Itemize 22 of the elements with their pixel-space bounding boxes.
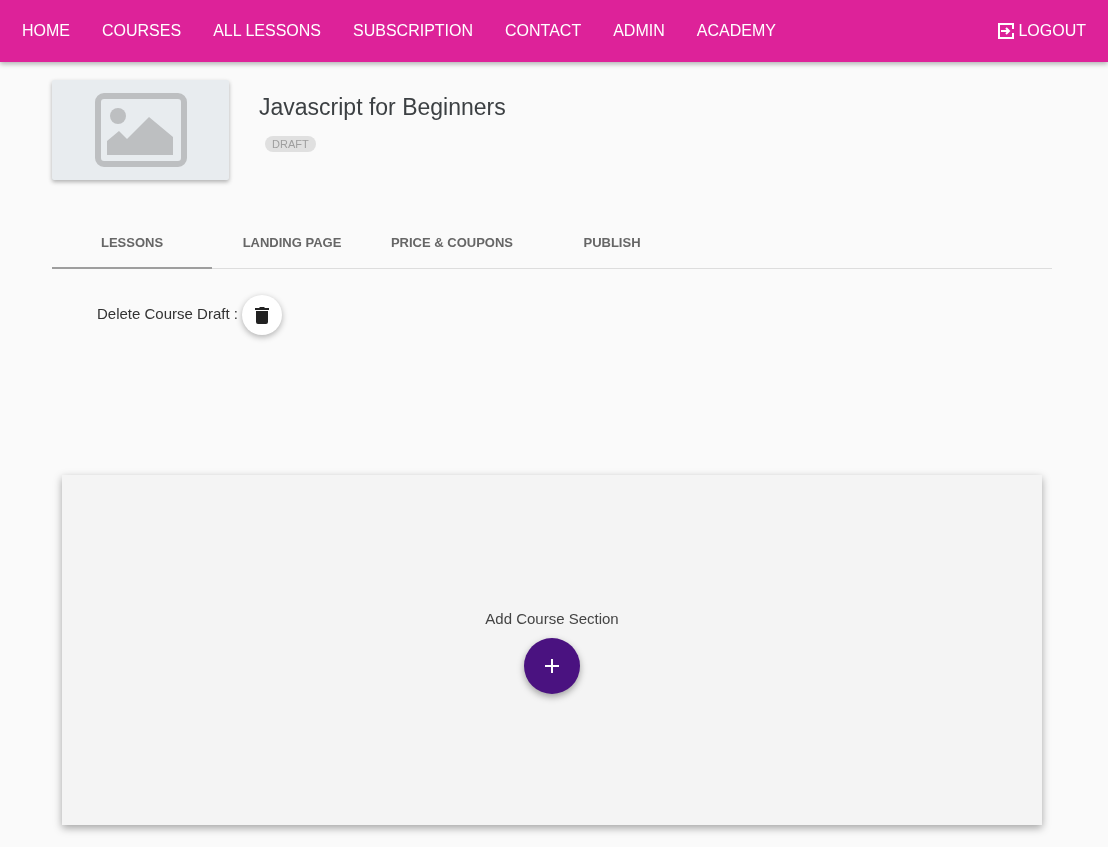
tab[interactable]: LESSONS — [52, 215, 212, 269]
add-section-button[interactable] — [524, 638, 580, 694]
tab[interactable]: PRICE & COUPONS — [372, 215, 532, 269]
nav-link[interactable]: ACADEMY — [696, 19, 776, 43]
nav-link[interactable]: CONTACT — [505, 19, 582, 43]
nav-link[interactable]: COURSES — [102, 19, 182, 43]
add-section-label: Add Course Section — [485, 608, 619, 629]
course-title: Javascript for Beginners — [259, 93, 506, 122]
nav-link[interactable]: HOME — [22, 19, 70, 43]
plus-icon — [544, 658, 560, 674]
logout-button[interactable]: LOGOUT — [996, 19, 1086, 43]
tab[interactable]: LANDING PAGE — [212, 215, 372, 269]
nav-link[interactable]: ALL LESSONS — [213, 19, 322, 43]
nav-link[interactable]: ADMIN — [613, 19, 665, 43]
nav-link[interactable]: SUBSCRIPTION — [353, 19, 474, 43]
delete-label: Delete Course Draft : — [97, 304, 238, 325]
image-icon — [94, 93, 187, 167]
delete-button[interactable] — [241, 294, 282, 335]
tab[interactable]: PUBLISH — [532, 215, 692, 269]
status-chip: DRAFT — [265, 135, 316, 152]
logout-icon — [996, 21, 1017, 41]
trash-icon — [254, 305, 269, 324]
